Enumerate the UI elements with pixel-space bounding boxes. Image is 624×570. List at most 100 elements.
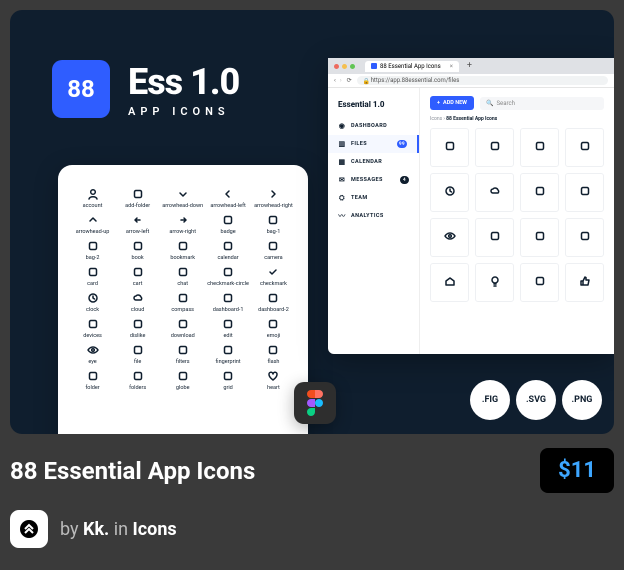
icon-cell-dashboard-1: dashboard-1 xyxy=(207,291,249,313)
clock-icon xyxy=(86,291,99,304)
icon-sheet: accountadd-folderarrowhead-downarrowhead… xyxy=(58,165,308,434)
card-icon xyxy=(86,265,99,278)
icon-label: download xyxy=(171,333,195,339)
icon-cell-clock: clock xyxy=(72,291,113,313)
id-icon xyxy=(534,275,546,290)
dislike-icon xyxy=(131,317,144,330)
tile-home[interactable] xyxy=(430,263,469,302)
tile-disc[interactable] xyxy=(520,173,559,212)
folders-icon xyxy=(131,369,144,382)
tile-cloud[interactable] xyxy=(475,173,514,212)
icon-label: dislike xyxy=(130,333,146,339)
eye-icon xyxy=(86,343,99,356)
icon-cell-book: book xyxy=(117,239,158,261)
browser-tab[interactable]: 88 Essential App Icons × xyxy=(365,61,459,72)
icon-cell-checkmark: checkmark xyxy=(253,265,294,287)
tile-accessibility[interactable] xyxy=(565,218,604,257)
hero-title: Ess 1.0 xyxy=(128,61,239,103)
bag-1-icon xyxy=(267,213,280,226)
bookmark-icon xyxy=(534,140,546,155)
nav-back-icon[interactable]: ‹ xyxy=(334,77,336,84)
tile-id[interactable] xyxy=(520,263,559,302)
icon-label: file xyxy=(134,359,141,365)
globe-icon xyxy=(176,369,189,382)
tile-bulb[interactable] xyxy=(475,263,514,302)
tile-calendar[interactable] xyxy=(565,128,604,167)
nav-badge: 99 xyxy=(397,140,407,148)
clock-icon xyxy=(444,185,456,200)
cloud-icon xyxy=(489,185,501,200)
tile-file[interactable] xyxy=(475,218,514,257)
tile-emoji[interactable] xyxy=(565,173,604,212)
arrowhead-down-icon xyxy=(176,187,189,200)
icon-cell-edit: edit xyxy=(207,317,249,339)
icon-cell-arrowhead-up: arrowhead-up xyxy=(72,213,113,235)
bag-icon xyxy=(444,140,456,155)
bookmark-icon xyxy=(176,239,189,252)
nav-dashboard[interactable]: ◉DASHBOARD xyxy=(328,117,419,135)
nav-label: CALENDAR xyxy=(351,159,382,165)
fingerprint-icon xyxy=(222,343,235,356)
traffic-max-icon[interactable] xyxy=(350,64,355,69)
tile-eye[interactable] xyxy=(430,218,469,257)
crumb-current: 88 Essential App Icons xyxy=(446,116,497,122)
address-bar[interactable]: 🔒 https://app.88essential.com/files xyxy=(357,76,608,85)
url-text: https://app.88essential.com/files xyxy=(371,77,460,84)
nav-badge: 4 xyxy=(400,176,409,184)
calendar-icon xyxy=(579,140,591,155)
tab-close-icon[interactable]: × xyxy=(450,63,453,70)
icon-cell-emoji: emoji xyxy=(253,317,294,339)
search-input[interactable]: 🔍 Search xyxy=(480,97,604,110)
format-badge: .PNG xyxy=(562,380,602,420)
chat-icon xyxy=(176,265,189,278)
category-link[interactable]: Icons xyxy=(133,519,177,540)
nav-messages[interactable]: ✉MESSAGES4 xyxy=(328,171,419,189)
tile-bag[interactable] xyxy=(430,128,469,167)
emoji-icon xyxy=(579,185,591,200)
icon-label: chat xyxy=(177,281,188,287)
analytics-icon: 〰 xyxy=(338,212,346,220)
new-tab-button[interactable]: + xyxy=(463,61,476,71)
reload-icon[interactable]: ⟳ xyxy=(346,77,353,84)
nav-calendar[interactable]: ▦CALENDAR xyxy=(328,153,419,171)
lock-icon: 🔒 xyxy=(363,78,368,83)
tile-clock[interactable] xyxy=(430,173,469,212)
nav-team[interactable]: ⛭TEAM xyxy=(328,189,419,207)
traffic-min-icon[interactable] xyxy=(342,64,347,69)
icon-label: edit xyxy=(224,333,233,339)
filters-icon xyxy=(176,343,189,356)
icon-cell-bag-1: bag-1 xyxy=(253,213,294,235)
nav-analytics[interactable]: 〰ANALYTICS xyxy=(328,207,419,225)
icon-cell-fingerprint: fingerprint xyxy=(207,343,249,365)
tile-thumbs-up[interactable] xyxy=(565,263,604,302)
icon-cell-download: download xyxy=(162,317,203,339)
arrowhead-left-icon xyxy=(222,187,235,200)
nav-files[interactable]: ▥FILES99 xyxy=(328,135,419,153)
tile-bookmark[interactable] xyxy=(520,128,559,167)
icon-label: flash xyxy=(267,359,279,365)
tile-sliders[interactable] xyxy=(520,218,559,257)
tile-book-open[interactable] xyxy=(475,128,514,167)
icon-cell-dashboard-2: dashboard-2 xyxy=(253,291,294,313)
brand-badge: 88 xyxy=(52,60,110,118)
icon-label: card xyxy=(87,281,98,287)
author-avatar[interactable] xyxy=(10,510,48,548)
add-new-button[interactable]: + ADD NEW xyxy=(430,96,474,110)
crumb-root[interactable]: Icons xyxy=(430,116,442,122)
files-icon: ▥ xyxy=(338,140,346,148)
traffic-close-icon[interactable] xyxy=(334,64,339,69)
author-link[interactable]: Kk. xyxy=(83,519,109,540)
price-badge[interactable]: $11 xyxy=(540,448,614,493)
browser-window: 88 Essential App Icons × + ‹ › ⟳ 🔒 https… xyxy=(328,58,614,354)
account-icon xyxy=(86,187,99,200)
icon-label: folders xyxy=(129,385,146,391)
icon-label: camera xyxy=(264,255,282,261)
devices-icon xyxy=(86,317,99,330)
nav-forward-icon[interactable]: › xyxy=(340,77,342,84)
icon-label: dashboard-1 xyxy=(213,307,244,313)
icon-label: clock xyxy=(86,307,99,313)
icon-cell-compass: compass xyxy=(162,291,203,313)
avatar-icon xyxy=(19,519,39,539)
figma-icon xyxy=(306,390,324,416)
icon-label: filters xyxy=(176,359,190,365)
